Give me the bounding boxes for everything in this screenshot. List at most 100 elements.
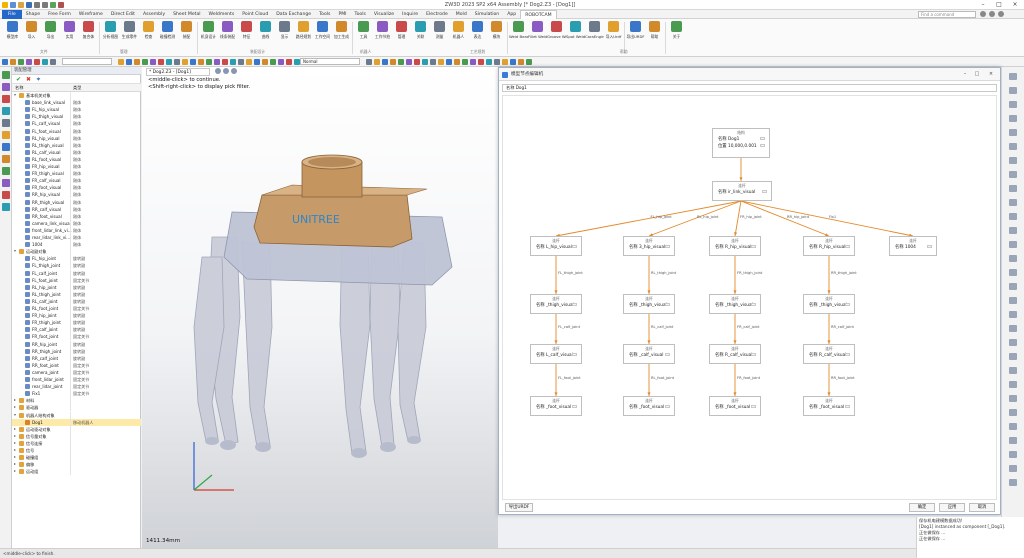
tree-row[interactable]: RR_calf_visual 刚体 — [12, 205, 141, 213]
tab-file[interactable]: File — [2, 9, 22, 19]
expand-toggle-icon[interactable]: ▸ — [14, 440, 18, 445]
toolbar-icon-49[interactable] — [518, 59, 524, 65]
tree-row[interactable]: front_lidar_joint 固定关节 — [12, 376, 141, 383]
command-search-input[interactable]: Find a command — [918, 11, 976, 18]
side-panel-icon[interactable] — [2, 83, 10, 91]
toolbar-icon-3[interactable] — [26, 59, 32, 65]
tree-row[interactable]: RL_foot_visual 刚体 — [12, 155, 141, 163]
toolbar-icon-41[interactable] — [454, 59, 460, 65]
tree-row[interactable]: ▸ 材料 — [12, 397, 141, 405]
expand-toggle-icon[interactable]: ▸ — [14, 462, 18, 466]
settings-icon[interactable] — [989, 11, 995, 17]
ribbon-button-16[interactable]: 工作空间 — [313, 21, 332, 47]
toolbar-icon-27[interactable] — [278, 59, 284, 65]
minimize-button[interactable]: – — [976, 1, 990, 9]
tree-row[interactable]: front_lidar_link_vi... 刚体 — [12, 226, 141, 234]
cancel-x-icon[interactable]: ✖ — [25, 76, 32, 83]
apply-button[interactable]: 应用 — [939, 503, 965, 512]
filter-icon[interactable] — [215, 68, 221, 74]
node-field-toggle[interactable] — [572, 245, 577, 248]
ribbon-button-10[interactable]: 机身设计 — [199, 21, 218, 47]
tab-wireframe[interactable]: Wireframe — [75, 10, 107, 19]
ribbon-button-30[interactable]: CaraEngine — [585, 21, 604, 47]
right-panel-icon[interactable] — [1009, 437, 1017, 444]
right-panel-icon[interactable] — [1009, 367, 1017, 374]
ribbon-button-22[interactable]: 测量 — [430, 21, 449, 47]
node-field-toggle[interactable] — [845, 353, 850, 356]
new-file-icon[interactable] — [10, 2, 16, 8]
toolbar-icon-17[interactable] — [198, 59, 204, 65]
toolbar-icon-16[interactable] — [190, 59, 196, 65]
tree-row[interactable]: ▸ 信号连接 — [12, 439, 141, 447]
ribbon-button-26[interactable]: Weld Bead — [509, 21, 528, 47]
ribbon-button-2[interactable]: 导出 — [41, 21, 60, 47]
tab-direct-edit[interactable]: Direct Edit — [107, 10, 139, 19]
side-panel-icon[interactable] — [2, 143, 10, 151]
node-field-toggle[interactable] — [760, 137, 765, 140]
hip-node[interactable]: 连杆 名称 R_hip_visual — [709, 236, 761, 256]
tab-app[interactable]: App — [503, 10, 520, 19]
ribbon-button-34[interactable]: 关于 — [667, 21, 686, 47]
ribbon-button-27[interactable]: Fillet Weld — [528, 21, 547, 47]
structure-graph-canvas[interactable]: 结构 名称 Dog1 位置 10,000,0.001 连杆 名称 ir_link_vis… — [502, 95, 997, 500]
tree-row[interactable]: RL_thigh_visual 刚体 — [12, 141, 141, 149]
toolbar-icon-13[interactable] — [166, 59, 172, 65]
tree-row[interactable]: rear_lidar_joint 固定关节 — [12, 383, 141, 391]
ribbon-button-21[interactable]: 关联 — [411, 21, 430, 47]
tab-inquire[interactable]: Inquire — [398, 10, 422, 19]
foot-node[interactable]: 连杆 名称 _foot_visual — [623, 396, 675, 416]
view-cube-icon[interactable] — [223, 68, 229, 74]
tab-tools[interactable]: Tools — [315, 10, 334, 19]
node-field-toggle[interactable] — [760, 144, 765, 147]
tree-row[interactable]: ▸ 运动组 — [12, 468, 141, 476]
tree-row[interactable]: RR_thigh_visual 刚体 — [12, 198, 141, 206]
ribbon-button-18[interactable]: 工具 — [354, 21, 373, 47]
info-icon[interactable] — [998, 11, 1004, 17]
extra-link-node[interactable]: 连杆 名称 1004 — [889, 236, 937, 256]
ribbon-button-33[interactable]: 帮助 — [645, 21, 664, 47]
side-panel-icon[interactable] — [2, 131, 10, 139]
ribbon-button-25[interactable]: 模块 — [487, 21, 506, 47]
ok-button[interactable]: 确定 — [909, 503, 935, 512]
tree-row[interactable]: FR_hip_joint 旋转副 — [12, 312, 141, 320]
right-panel-icon[interactable] — [1009, 199, 1017, 206]
ribbon-button-31[interactable]: 导入Urdf — [604, 21, 623, 47]
right-panel-icon[interactable] — [1009, 311, 1017, 318]
tree-row[interactable]: FL_thigh_joint 旋转副 — [12, 262, 141, 270]
ribbon-button-29[interactable]: Spot Weld — [566, 21, 585, 47]
open-file-icon[interactable] — [18, 2, 24, 8]
right-panel-icon[interactable] — [1009, 353, 1017, 360]
side-panel-icon[interactable] — [2, 95, 10, 103]
tree-row[interactable]: base_link_visual 刚体 — [12, 99, 141, 107]
toolbar-icon-36[interactable] — [414, 59, 420, 65]
tree-row[interactable]: FR_thigh_joint 旋转副 — [12, 319, 141, 327]
confirm-check-icon[interactable]: ✔ — [15, 76, 22, 83]
node-field-toggle[interactable] — [665, 353, 670, 356]
right-panel-icon[interactable] — [1009, 283, 1017, 290]
toolbar-icon-1[interactable] — [10, 59, 16, 65]
tree-row[interactable]: camera_link_visual 刚体 — [12, 219, 141, 227]
dialog-close-button[interactable]: × — [987, 71, 995, 78]
toolbar-icon-6[interactable] — [50, 59, 56, 65]
ribbon-button-7[interactable]: 检查 — [139, 21, 158, 47]
toolbar-icon-11[interactable] — [150, 59, 156, 65]
tab-visualize[interactable]: Visualize — [370, 10, 398, 19]
tree-row[interactable]: FL_calf_joint 旋转副 — [12, 269, 141, 277]
ribbon-button-8[interactable]: 碰撞检测 — [158, 21, 177, 47]
toolbar-icon-4[interactable] — [34, 59, 40, 65]
tree-row[interactable]: ▸ 信号量对象 — [12, 432, 141, 440]
base-link-node[interactable]: 连杆 名称 ir_link_visual — [712, 181, 772, 201]
tree-row[interactable]: RR_thigh_joint 旋转副 — [12, 347, 141, 355]
expand-toggle-icon[interactable]: ▸ — [14, 433, 18, 438]
toolbar-icon-44[interactable] — [478, 59, 484, 65]
right-panel-icon[interactable] — [1009, 395, 1017, 402]
right-panel-icon[interactable] — [1009, 101, 1017, 108]
toolbar-icon-19[interactable] — [214, 59, 220, 65]
calf-node[interactable]: 连杆 名称 _calf_visual — [623, 344, 675, 364]
tree-row[interactable]: FL_foot_joint 固定关节 — [12, 276, 141, 284]
toolbar-icon-0[interactable] — [2, 59, 8, 65]
tree-row[interactable]: 1004 刚体 — [12, 241, 141, 249]
tree-row[interactable]: ▾ 基本机关对象 — [12, 92, 141, 99]
hip-node[interactable]: 连杆 名称 R_hip_visual — [803, 236, 855, 256]
tab-assembly[interactable]: Assembly — [139, 10, 169, 19]
